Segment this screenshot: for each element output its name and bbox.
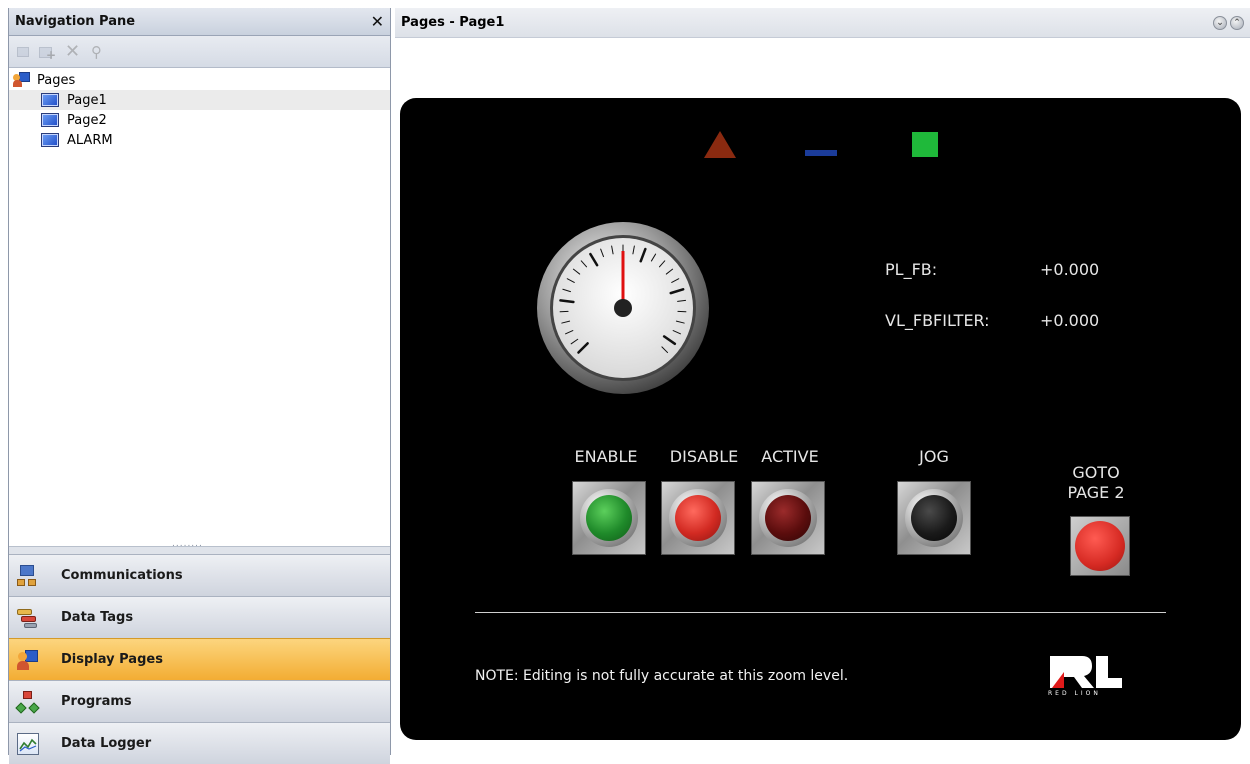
zoom-note: NOTE: Editing is not fully accurate at t… — [475, 668, 848, 684]
tag-label-vl-fbfilter: VL_FBFILTER: — [885, 311, 990, 330]
enable-label: ENABLE — [566, 447, 646, 466]
category-data-tags[interactable]: Data Tags — [9, 596, 390, 638]
gauge-tick — [560, 300, 573, 302]
active-indicator-button[interactable] — [751, 481, 825, 555]
navigation-pane: Navigation Pane ✕ ✕ ⚲ Pages Page1 Page2 … — [8, 8, 391, 755]
category-label: Data Tags — [61, 610, 133, 625]
navigation-pane-title: Navigation Pane — [15, 14, 135, 29]
goto-line1: GOTO — [1056, 463, 1136, 483]
delete-icon[interactable]: ✕ — [65, 44, 81, 60]
page-title-bar: Pages - Page1 ⌄ ⌃ — [395, 8, 1250, 38]
page-editor: Pages - Page1 ⌄ ⌃ — [395, 8, 1250, 755]
pages-tree: Pages Page1 Page2 ALARM — [9, 70, 390, 546]
disable-button[interactable] — [661, 481, 735, 555]
logo-text: RED LION — [1048, 690, 1101, 697]
jog-button[interactable] — [897, 481, 971, 555]
display-pages-icon — [17, 649, 39, 671]
enable-button[interactable] — [572, 481, 646, 555]
data-tags-icon — [17, 607, 39, 629]
page-nav-buttons: ⌄ ⌃ — [1213, 16, 1244, 30]
dial-gauge[interactable] — [536, 221, 710, 395]
find-icon[interactable]: ⚲ — [91, 44, 107, 60]
page-icon — [41, 113, 59, 127]
display-pages-icon — [13, 72, 31, 88]
goto-page2-label: GOTO PAGE 2 — [1056, 463, 1136, 503]
category-label: Communications — [61, 568, 183, 583]
add-page-icon[interactable] — [39, 45, 55, 59]
tree-root-label: Pages — [37, 73, 75, 88]
category-data-logger[interactable]: Data Logger — [9, 722, 390, 764]
scroll-up-icon[interactable]: ⌃ — [1230, 16, 1244, 30]
category-programs[interactable]: Programs — [9, 680, 390, 722]
green-square-indicator[interactable] — [912, 132, 938, 157]
page-title: Pages - Page1 — [401, 15, 504, 30]
tag-label-pl-fb: PL_FB: — [885, 260, 937, 279]
category-label: Data Logger — [61, 736, 151, 751]
tree-item-page1[interactable]: Page1 — [9, 90, 390, 110]
close-icon[interactable]: ✕ — [371, 12, 384, 31]
category-label: Display Pages — [61, 652, 163, 667]
scroll-down-icon[interactable]: ⌄ — [1213, 16, 1227, 30]
display-canvas[interactable]: PL_FB: +0.000 VL_FBFILTER: +0.000 ENABLE… — [400, 98, 1241, 740]
tag-value-pl-fb[interactable]: +0.000 — [1040, 260, 1099, 279]
tree-root-pages[interactable]: Pages — [9, 70, 390, 90]
navigation-toolbar: ✕ ⚲ — [9, 36, 390, 68]
divider-line — [475, 612, 1166, 613]
blue-dash-indicator[interactable] — [805, 150, 837, 156]
goto-page2-button[interactable] — [1070, 516, 1130, 576]
category-display-pages[interactable]: Display Pages — [9, 638, 390, 680]
tree-item-label: Page2 — [67, 113, 107, 128]
communications-icon — [17, 565, 39, 587]
tag-value-vl-fbfilter[interactable]: +0.000 — [1040, 311, 1099, 330]
data-logger-icon — [17, 733, 39, 755]
category-buttons: Communications Data Tags Display Pages P… — [9, 554, 390, 764]
category-communications[interactable]: Communications — [9, 554, 390, 596]
tree-item-label: ALARM — [67, 133, 113, 148]
tree-item-alarm[interactable]: ALARM — [9, 130, 390, 150]
navigation-pane-header: Navigation Pane ✕ — [9, 8, 390, 36]
category-label: Programs — [61, 694, 132, 709]
active-label: ACTIVE — [750, 447, 830, 466]
page-icon — [41, 133, 59, 147]
alarm-triangle-indicator[interactable] — [704, 131, 736, 158]
programs-icon — [17, 691, 39, 713]
page-icon[interactable] — [17, 47, 29, 57]
goto-line2: PAGE 2 — [1056, 483, 1136, 503]
pane-splitter[interactable] — [9, 546, 390, 554]
jog-label: JOG — [897, 447, 971, 466]
tree-item-page2[interactable]: Page2 — [9, 110, 390, 130]
tree-item-label: Page1 — [67, 93, 107, 108]
page-icon — [41, 93, 59, 107]
disable-label: DISABLE — [658, 447, 750, 466]
